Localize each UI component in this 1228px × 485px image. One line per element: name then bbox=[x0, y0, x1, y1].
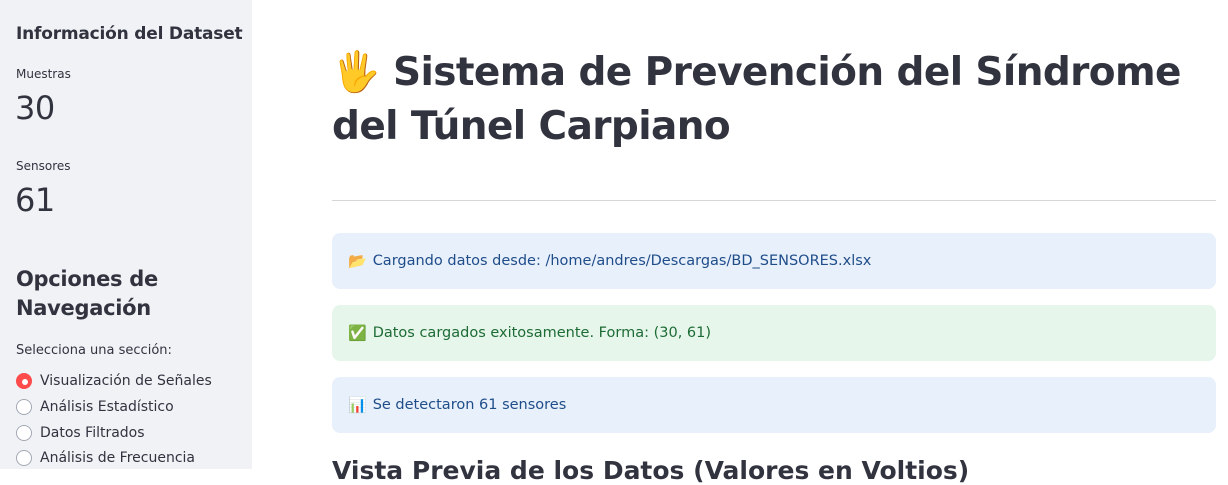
radio-unselected-icon bbox=[16, 450, 32, 466]
radio-unselected-icon bbox=[16, 399, 32, 415]
alert-text: Se detectaron 61 sensores bbox=[372, 397, 567, 413]
page-title: 🖐 Sistema de Prevención del Síndrome del… bbox=[332, 46, 1212, 154]
alert-text: Datos cargados exitosamente. Forma: (30,… bbox=[372, 325, 712, 341]
sensors-metric-label: Sensores bbox=[16, 159, 71, 173]
section-radio-caption: Selecciona una sección: bbox=[16, 343, 172, 358]
info-alert-sensors: 📊 Se detectaron 61 sensores bbox=[332, 377, 1216, 433]
raised-hand-icon: 🖐 bbox=[332, 50, 381, 95]
folder-icon: 📂 bbox=[348, 252, 367, 270]
sensors-metric-value: 61 bbox=[15, 181, 55, 219]
dataset-info-heading: Información del Dataset bbox=[16, 24, 243, 44]
check-icon: ✅ bbox=[348, 324, 367, 342]
radio-option-signal-visualization[interactable]: Visualización de Señales bbox=[16, 370, 212, 392]
sidebar: Información del Dataset Muestras 30 Sens… bbox=[0, 0, 252, 469]
navigation-options-heading: Opciones de Navegación bbox=[16, 267, 158, 320]
divider bbox=[332, 200, 1216, 201]
radio-option-label: Análisis Estadístico bbox=[40, 399, 174, 415]
success-alert-loaded: ✅ Datos cargados exitosamente. Forma: (3… bbox=[332, 305, 1216, 361]
radio-option-frequency-analysis[interactable]: Análisis de Frecuencia bbox=[16, 447, 195, 469]
data-preview-heading: Vista Previa de los Datos (Valores en Vo… bbox=[332, 456, 970, 485]
radio-selected-icon bbox=[16, 373, 32, 389]
radio-option-label: Visualización de Señales bbox=[40, 373, 212, 389]
alert-text: Cargando datos desde: /home/andres/Desca… bbox=[372, 253, 872, 269]
radio-option-statistical-analysis[interactable]: Análisis Estadístico bbox=[16, 396, 174, 418]
radio-option-label: Análisis de Frecuencia bbox=[40, 450, 196, 466]
radio-option-filtered-data[interactable]: Datos Filtrados bbox=[16, 422, 145, 444]
samples-metric-value: 30 bbox=[15, 89, 55, 127]
page-title-text: Sistema de Prevención del Síndrome del T… bbox=[332, 50, 1181, 149]
bar-chart-icon: 📊 bbox=[348, 396, 367, 414]
radio-unselected-icon bbox=[16, 425, 32, 441]
samples-metric-label: Muestras bbox=[16, 67, 71, 81]
info-alert-loading: 📂 Cargando datos desde: /home/andres/Des… bbox=[332, 233, 1216, 289]
radio-option-label: Datos Filtrados bbox=[40, 425, 145, 441]
